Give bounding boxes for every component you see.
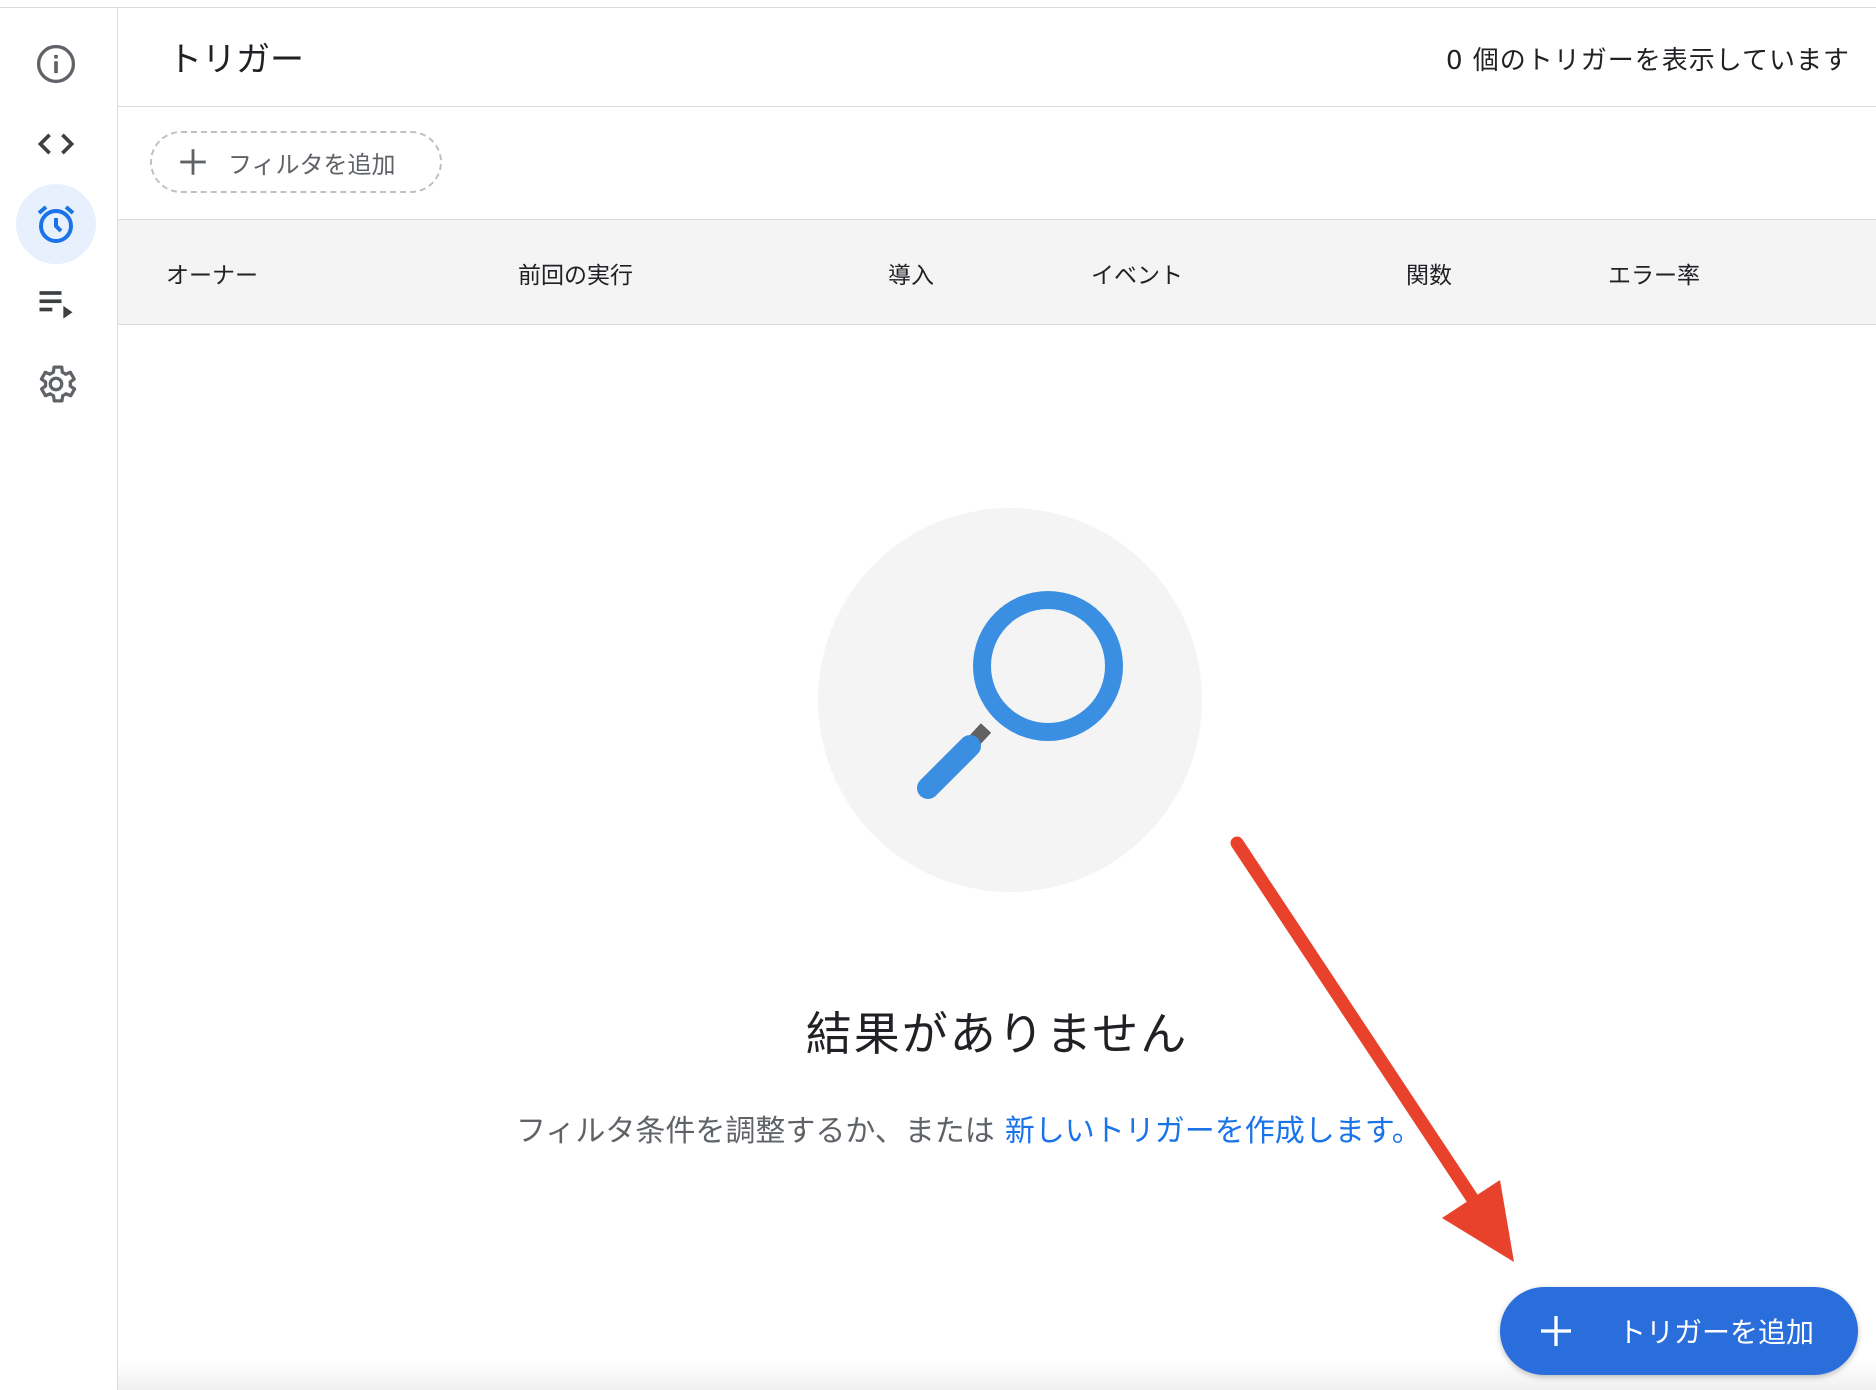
column-header-event[interactable]: イベント — [1091, 256, 1183, 290]
create-trigger-link[interactable]: 新しいトリガーを作成します。 — [1005, 1114, 1422, 1149]
plus-icon — [180, 149, 206, 175]
empty-state-message-text: フィルタ条件を調整するか、または — [516, 1114, 995, 1149]
plus-icon — [1541, 1316, 1571, 1346]
column-header-owner[interactable]: オーナー — [166, 256, 258, 290]
sidebar-rail — [0, 8, 118, 1390]
table-header: オーナー 前回の実行 導入 イベント 関数 エラー率 — [118, 220, 1876, 325]
column-header-function[interactable]: 関数 — [1406, 256, 1452, 290]
add-filter-button[interactable]: フィルタを追加 — [150, 131, 442, 193]
magnifier-icon — [917, 591, 1123, 799]
sidebar-item-triggers[interactable] — [16, 184, 96, 264]
add-trigger-label: トリガーを追加 — [1618, 1316, 1815, 1349]
filter-bar: フィルタを追加 — [118, 107, 1876, 220]
page-title: トリガー — [168, 40, 304, 80]
column-header-error-rate[interactable]: エラー率 — [1608, 256, 1700, 290]
gear-icon — [39, 365, 77, 403]
empty-state-illustration — [818, 508, 1202, 892]
trigger-count-text: 0 個のトリガーを表示しています — [1445, 46, 1850, 76]
code-icon — [37, 133, 75, 155]
add-trigger-button[interactable]: トリガーを追加 — [1500, 1287, 1858, 1375]
executions-icon — [39, 291, 73, 319]
top-divider — [0, 0, 1876, 8]
column-header-deployment[interactable]: 導入 — [888, 256, 934, 290]
empty-state-message: フィルタ条件を調整するか、または 新しいトリガーを作成します。 — [516, 1106, 1422, 1150]
triggers-panel: トリガー 0 個のトリガーを表示しています フィルタを追加 オーナー 前回の実行… — [118, 8, 1876, 1390]
column-header-last-run[interactable]: 前回の実行 — [518, 256, 633, 290]
info-icon — [36, 44, 76, 84]
alarm-clock-icon — [37, 205, 75, 243]
sidebar-item-overview[interactable] — [16, 24, 96, 104]
sidebar-item-executions[interactable] — [16, 264, 96, 344]
sidebar-item-editor[interactable] — [16, 104, 96, 184]
panel-header: トリガー 0 個のトリガーを表示しています — [118, 8, 1876, 107]
sidebar-item-settings[interactable] — [16, 344, 96, 424]
add-filter-label: フィルタを追加 — [228, 150, 396, 179]
empty-state-title: 結果がありません — [805, 1007, 1189, 1061]
